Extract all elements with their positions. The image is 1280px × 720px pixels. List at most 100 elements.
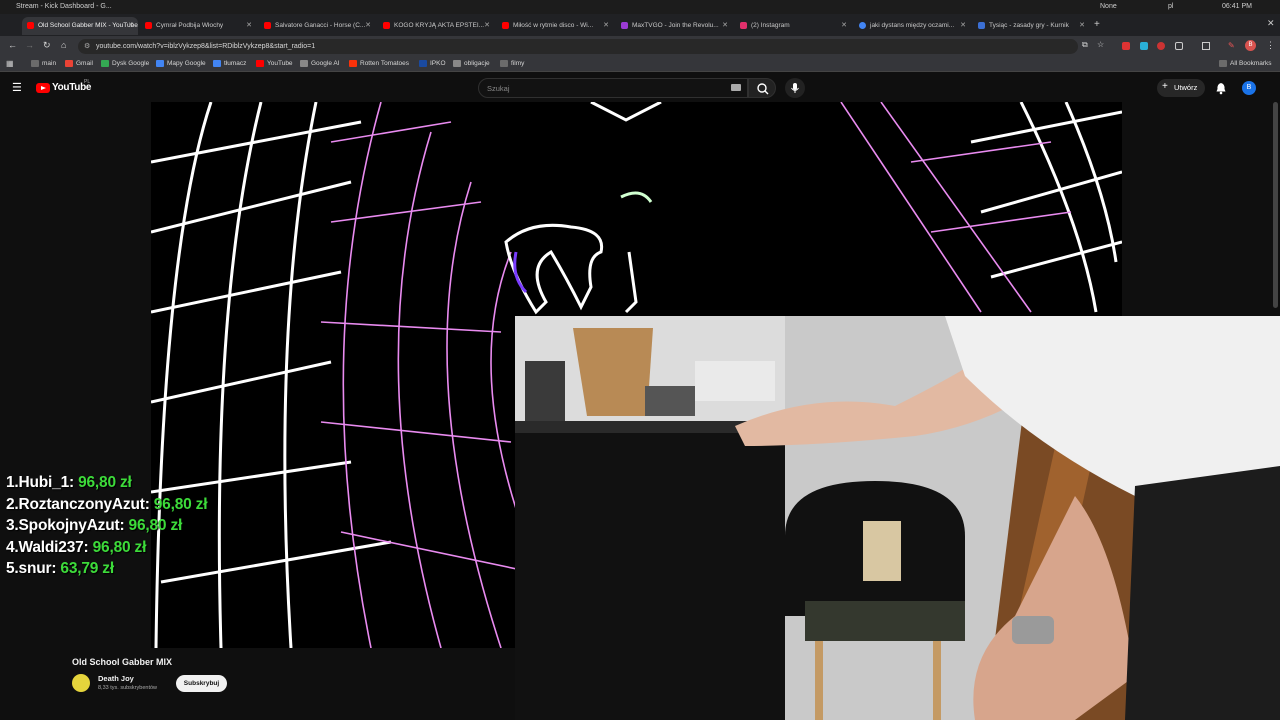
tab-label: Cymrał Podbija Włochy bbox=[156, 22, 224, 29]
search-input[interactable]: Szukaj bbox=[478, 78, 748, 98]
subscribe-button[interactable]: Subskrybuj bbox=[176, 675, 227, 692]
youtube-favicon-icon bbox=[145, 22, 152, 29]
tab-label: Tysiąc - zasady gry - Kurnik bbox=[989, 22, 1069, 29]
status-none[interactable]: None bbox=[1100, 3, 1117, 10]
close-icon[interactable]: ✕ bbox=[484, 21, 490, 29]
home-icon[interactable]: ⌂ bbox=[61, 40, 66, 50]
hamburger-menu-icon[interactable]: ☰ bbox=[12, 81, 22, 94]
bookmarks-bar: ▦ main Gmail Dysk Google Mapy Google tłu… bbox=[0, 56, 1280, 72]
user-avatar[interactable]: B bbox=[1242, 81, 1256, 95]
close-window-icon[interactable]: ✕ bbox=[1267, 18, 1275, 29]
tab-label: KOGO KRYJĄ AKTA EPSTEI... bbox=[394, 22, 485, 29]
youtube-favicon-icon bbox=[383, 22, 390, 29]
close-icon[interactable]: ✕ bbox=[246, 21, 252, 29]
search-icon bbox=[757, 83, 769, 95]
search-button[interactable] bbox=[748, 78, 776, 98]
extension-icon[interactable] bbox=[1140, 42, 1148, 50]
side-panel-icon[interactable] bbox=[1202, 42, 1210, 50]
new-tab-icon[interactable]: + bbox=[1094, 19, 1100, 30]
tab[interactable]: KOGO KRYJĄ AKTA EPSTEI... ✕ bbox=[378, 17, 494, 35]
close-icon[interactable]: ✕ bbox=[722, 21, 728, 29]
donation-leaderboard: 1.Hubi_1: 96,80 zł 2.RoztanczonyAzut: 96… bbox=[6, 474, 266, 582]
profile-avatar[interactable]: B bbox=[1245, 40, 1256, 51]
all-bookmarks[interactable]: All Bookmarks bbox=[1219, 60, 1272, 67]
tab-label: Miłość w rytmie disco - Wi... bbox=[513, 22, 594, 29]
language-indicator[interactable]: pl bbox=[1168, 3, 1173, 10]
tab-strip: Old School Gabber MIX - YouTube ✕ Cymrał… bbox=[0, 14, 1280, 36]
close-icon[interactable]: ✕ bbox=[841, 21, 847, 29]
clock: 06:41 PM bbox=[1222, 3, 1252, 10]
microphone-icon bbox=[791, 83, 799, 93]
leaderboard-row: 4.Waldi237: 96,80 zł bbox=[6, 538, 147, 556]
channel-name[interactable]: Death Joy bbox=[98, 674, 134, 683]
navigation-bar: ← → ↻ ⌂ ⚙ youtube.com/watch?v=iblzVykzep… bbox=[0, 36, 1280, 56]
maxtvgo-favicon-icon bbox=[621, 22, 628, 29]
bookmark-youtube[interactable]: YouTube bbox=[256, 60, 293, 67]
tab-label: (2) Instagram bbox=[751, 22, 790, 29]
extension-icon[interactable] bbox=[1157, 42, 1165, 50]
youtube-header: ☰ YouTube PL Szukaj + Utwórz B bbox=[0, 73, 1280, 103]
address-bar[interactable]: ⚙ youtube.com/watch?v=iblzVykzep8&list=R… bbox=[78, 39, 1078, 54]
close-icon[interactable]: ✕ bbox=[960, 21, 966, 29]
menu-icon[interactable]: ⋮ bbox=[1266, 40, 1275, 51]
close-icon[interactable]: ✕ bbox=[603, 21, 609, 29]
close-icon[interactable]: ✕ bbox=[1079, 21, 1085, 29]
tab-active[interactable]: Old School Gabber MIX - YouTube ✕ bbox=[22, 17, 138, 35]
webcam-feed bbox=[515, 316, 1280, 720]
kurnik-favicon-icon bbox=[978, 22, 985, 29]
site-info-icon[interactable]: ⚙ bbox=[84, 42, 90, 50]
youtube-play-icon bbox=[36, 83, 50, 93]
youtube-favicon-icon bbox=[27, 22, 34, 29]
keyboard-icon[interactable] bbox=[731, 84, 741, 91]
apps-grid-icon[interactable]: ▦ bbox=[6, 59, 14, 68]
leaderboard-row: 2.RoztanczonyAzut: 96,80 zł bbox=[6, 495, 208, 513]
tab[interactable]: (2) Instagram ✕ bbox=[735, 17, 851, 35]
bookmark-rotten-tomatoes[interactable]: Rotten Tomatoes bbox=[349, 60, 409, 67]
create-button[interactable]: + Utwórz bbox=[1157, 79, 1205, 97]
leaderboard-row: 3.SpokojnyAzut: 96,80 zł bbox=[6, 517, 183, 534]
bookmark-main[interactable]: main bbox=[31, 60, 56, 67]
url-text: youtube.com/watch?v=iblzVykzep8&list=RDi… bbox=[96, 43, 316, 50]
voice-search-button[interactable] bbox=[785, 78, 805, 98]
google-favicon-icon bbox=[859, 22, 866, 29]
tab-label: jaki dystans między oczami... bbox=[870, 22, 955, 29]
bookmark-google-ai[interactable]: Google AI bbox=[300, 60, 340, 67]
extension-icon[interactable]: ✎ bbox=[1228, 41, 1235, 50]
tab[interactable]: Tysiąc - zasady gry - Kurnik ✕ bbox=[973, 17, 1089, 35]
bookmark-obligacje[interactable]: obligacje bbox=[453, 60, 490, 67]
tab-label: Old School Gabber MIX - YouTube bbox=[38, 22, 138, 29]
channel-avatar[interactable] bbox=[72, 674, 90, 692]
tab[interactable]: Miłość w rytmie disco - Wi... ✕ bbox=[497, 17, 613, 35]
webcam-overlay bbox=[515, 316, 1280, 720]
bookmark-ipko[interactable]: IPKO bbox=[419, 60, 446, 67]
os-top-bar: Stream - Kick Dashboard - G... None pl 0… bbox=[0, 0, 1280, 14]
tab[interactable]: MaxTVGO - Join the Revolu... ✕ bbox=[616, 17, 732, 35]
video-title: Old School Gabber MIX bbox=[72, 657, 173, 667]
page-scrollbar[interactable] bbox=[1273, 102, 1278, 308]
tab-label: Salvatore Ganacci - Horse (C... bbox=[275, 22, 366, 29]
bookmark-tlumacz[interactable]: tłumacz bbox=[213, 60, 246, 67]
bookmark-filmy[interactable]: filmy bbox=[500, 60, 524, 67]
install-icon[interactable]: ⧉ bbox=[1082, 40, 1088, 50]
plus-icon: + bbox=[1162, 81, 1168, 92]
reload-icon[interactable]: ↻ bbox=[43, 40, 51, 51]
extension-icon[interactable] bbox=[1122, 42, 1130, 50]
tab[interactable]: Cymrał Podbija Włochy ✕ bbox=[140, 17, 256, 35]
tab[interactable]: jaki dystans między oczami... ✕ bbox=[854, 17, 970, 35]
bookmark-mapy-google[interactable]: Mapy Google bbox=[156, 60, 206, 67]
close-icon[interactable]: ✕ bbox=[128, 21, 134, 29]
video-info: Old School Gabber MIX Death Joy 8,33 tys… bbox=[0, 648, 515, 720]
notifications-bell-icon[interactable] bbox=[1214, 81, 1228, 95]
leaderboard-row: 5.snur: 63,79 zł bbox=[6, 560, 114, 577]
tab[interactable]: Salvatore Ganacci - Horse (C... ✕ bbox=[259, 17, 375, 35]
extensions-puzzle-icon[interactable] bbox=[1175, 42, 1183, 50]
leaderboard-row: 1.Hubi_1: 96,80 zł bbox=[6, 474, 132, 491]
forward-icon[interactable]: → bbox=[25, 40, 34, 50]
back-icon[interactable]: ← bbox=[8, 40, 17, 50]
subscriber-count: 8,33 tys. subskrybentów bbox=[98, 685, 158, 691]
bookmark-dysk-google[interactable]: Dysk Google bbox=[101, 60, 149, 67]
bookmark-gmail[interactable]: Gmail bbox=[65, 60, 93, 67]
tab-label: MaxTVGO - Join the Revolu... bbox=[632, 22, 719, 29]
close-icon[interactable]: ✕ bbox=[365, 21, 371, 29]
bookmark-star-icon[interactable]: ☆ bbox=[1097, 40, 1104, 49]
